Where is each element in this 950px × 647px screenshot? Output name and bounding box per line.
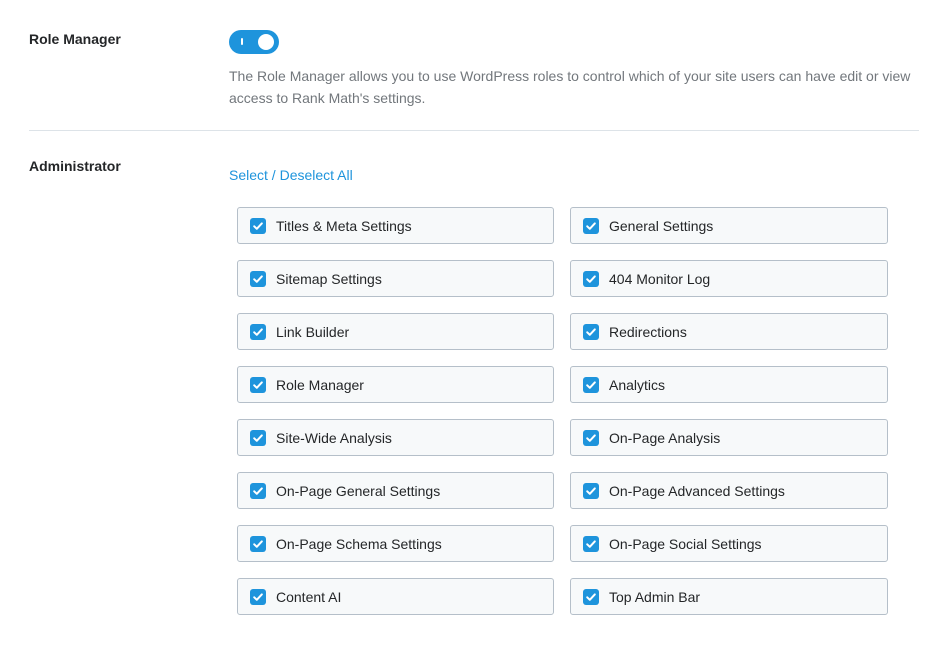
select-deselect-all-link[interactable]: Select / Deselect All bbox=[229, 167, 353, 183]
role-manager-description: The Role Manager allows you to use WordP… bbox=[229, 68, 911, 106]
checkmark-icon bbox=[586, 274, 596, 283]
checkmark-icon bbox=[253, 380, 263, 389]
capability-label: General Settings bbox=[609, 217, 714, 234]
capability-label: On-Page Social Settings bbox=[609, 535, 762, 552]
checkbox-checked-icon[interactable] bbox=[583, 429, 599, 446]
capability-content-ai[interactable]: Content AI bbox=[237, 578, 554, 615]
capability-general-settings[interactable]: General Settings bbox=[570, 207, 888, 244]
capability-label: On-Page General Settings bbox=[276, 482, 441, 499]
capability-label: Site-Wide Analysis bbox=[276, 429, 392, 446]
capability-sitemap-settings[interactable]: Sitemap Settings bbox=[237, 260, 554, 297]
checkmark-icon bbox=[586, 539, 596, 548]
checkbox-checked-icon[interactable] bbox=[583, 482, 599, 499]
capability-link-builder[interactable]: Link Builder bbox=[237, 313, 554, 350]
section-divider bbox=[29, 130, 919, 131]
checkmark-icon bbox=[253, 539, 263, 548]
checkmark-icon bbox=[253, 221, 263, 230]
checkbox-checked-icon[interactable] bbox=[583, 376, 599, 393]
checkmark-icon bbox=[253, 486, 263, 495]
capability-label: 404 Monitor Log bbox=[609, 270, 711, 287]
capability-label: On-Page Advanced Settings bbox=[609, 482, 785, 499]
capability-label: On-Page Analysis bbox=[609, 429, 721, 446]
capability-label: Content AI bbox=[276, 588, 342, 605]
checkbox-checked-icon[interactable] bbox=[583, 270, 599, 287]
checkmark-icon bbox=[253, 433, 263, 442]
checkbox-checked-icon[interactable] bbox=[583, 323, 599, 340]
capability-label: On-Page Schema Settings bbox=[276, 535, 442, 552]
checkbox-checked-icon[interactable] bbox=[250, 588, 266, 605]
toggle-on-indicator-icon bbox=[241, 38, 243, 45]
capability-on-page-social-settings[interactable]: On-Page Social Settings bbox=[570, 525, 888, 562]
role-manager-label: Role Manager bbox=[29, 31, 121, 47]
checkmark-icon bbox=[586, 327, 596, 336]
capability-on-page-schema-settings[interactable]: On-Page Schema Settings bbox=[237, 525, 554, 562]
checkbox-checked-icon[interactable] bbox=[250, 217, 266, 234]
capability-on-page-general-settings[interactable]: On-Page General Settings bbox=[237, 472, 554, 509]
capability-label: Redirections bbox=[609, 323, 687, 340]
capability-label: Link Builder bbox=[276, 323, 350, 340]
checkmark-icon bbox=[253, 327, 263, 336]
capability-on-page-analysis[interactable]: On-Page Analysis bbox=[570, 419, 888, 456]
checkbox-checked-icon[interactable] bbox=[250, 535, 266, 552]
capability-label: Titles & Meta Settings bbox=[276, 217, 412, 234]
checkbox-checked-icon[interactable] bbox=[583, 588, 599, 605]
capability-label: Sitemap Settings bbox=[276, 270, 382, 287]
role-manager-toggle[interactable] bbox=[229, 30, 279, 54]
checkbox-checked-icon[interactable] bbox=[250, 482, 266, 499]
capability-label: Role Manager bbox=[276, 376, 364, 393]
capability-site-wide-analysis[interactable]: Site-Wide Analysis bbox=[237, 419, 554, 456]
checkmark-icon bbox=[586, 486, 596, 495]
toggle-knob bbox=[258, 34, 274, 50]
capability-titles-meta-settings[interactable]: Titles & Meta Settings bbox=[237, 207, 554, 244]
checkmark-icon bbox=[586, 221, 596, 230]
checkbox-checked-icon[interactable] bbox=[250, 376, 266, 393]
capability-analytics[interactable]: Analytics bbox=[570, 366, 888, 403]
checkbox-checked-icon[interactable] bbox=[250, 270, 266, 287]
administrator-label: Administrator bbox=[29, 158, 121, 174]
capability-top-admin-bar[interactable]: Top Admin Bar bbox=[570, 578, 888, 615]
checkmark-icon bbox=[253, 274, 263, 283]
capability-role-manager[interactable]: Role Manager bbox=[237, 366, 554, 403]
checkbox-checked-icon[interactable] bbox=[583, 217, 599, 234]
checkbox-checked-icon[interactable] bbox=[583, 535, 599, 552]
checkmark-icon bbox=[586, 433, 596, 442]
checkmark-icon bbox=[253, 592, 263, 601]
capability-label: Analytics bbox=[609, 376, 666, 393]
capabilities-grid: Titles & Meta Settings General Settings Si… bbox=[237, 207, 888, 615]
checkmark-icon bbox=[586, 592, 596, 601]
capability-redirections[interactable]: Redirections bbox=[570, 313, 888, 350]
capability-label: Top Admin Bar bbox=[609, 588, 701, 605]
capability-404-monitor-log[interactable]: 404 Monitor Log bbox=[570, 260, 888, 297]
capability-on-page-advanced-settings[interactable]: On-Page Advanced Settings bbox=[570, 472, 888, 509]
checkmark-icon bbox=[586, 380, 596, 389]
checkbox-checked-icon[interactable] bbox=[250, 323, 266, 340]
checkbox-checked-icon[interactable] bbox=[250, 429, 266, 446]
